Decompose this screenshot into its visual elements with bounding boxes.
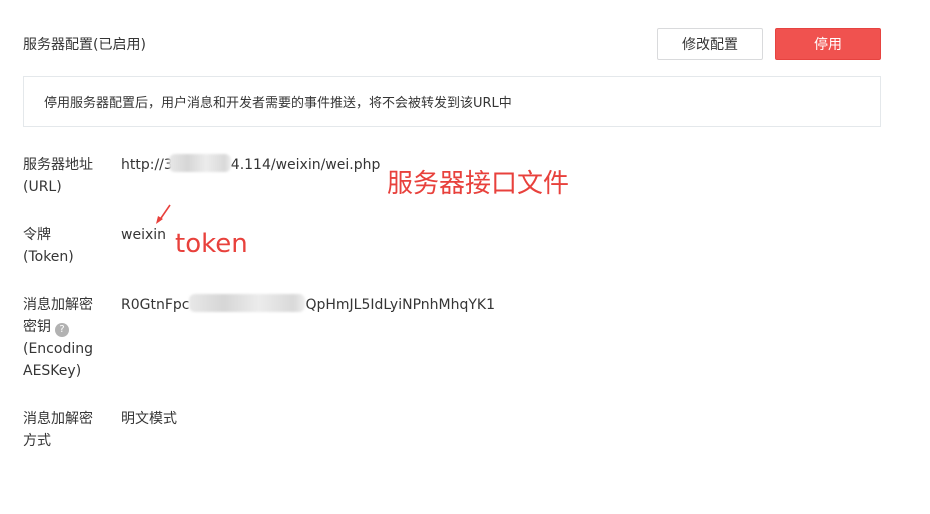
mode-value: 明文模式 — [121, 411, 177, 427]
token-label-line1: 令牌 — [23, 227, 51, 243]
url-value: http://3 4.114/weixin/wei.php — [121, 154, 380, 176]
token-label: 令牌 (Token) — [23, 224, 103, 268]
aes-label-line3: (Encoding — [23, 341, 93, 357]
mode-label: 消息加解密 方式 — [23, 408, 103, 452]
aes-key-label: 消息加解密 密钥? (Encoding AESKey) — [23, 294, 103, 382]
aes-label-line2: 密钥 — [23, 319, 51, 335]
url-value-suffix: 4.114/weixin/wei.php — [230, 157, 381, 173]
help-icon[interactable]: ? — [55, 323, 69, 337]
url-label-line2: (URL) — [23, 179, 62, 195]
page-title: 服务器配置(已启用) — [23, 37, 146, 53]
annotation-token: token — [175, 229, 248, 259]
url-label: 服务器地址 (URL) — [23, 154, 103, 198]
disable-button[interactable]: 停用 — [775, 28, 881, 60]
mode-label-line2: 方式 — [23, 433, 51, 449]
url-label-line1: 服务器地址 — [23, 157, 93, 173]
aes-label-line2-wrap: 密钥? — [23, 316, 103, 338]
aes-value-prefix: R0GtnFpc — [121, 297, 190, 313]
server-config-page: 服务器配置(已启用) 修改配置 停用 停用服务器配置后，用户消息和开发者需要的事… — [0, 0, 930, 514]
redacted-blur — [189, 294, 306, 312]
token-label-line2: (Token) — [23, 249, 74, 265]
aes-label-line1: 消息加解密 — [23, 297, 93, 313]
annotation-arrow-icon — [156, 204, 171, 224]
annotation-server-file: 服务器接口文件 — [387, 169, 570, 199]
token-value: weixin — [121, 227, 167, 243]
aes-value-suffix: QpHmJL5IdLyiNPnhMhqYK1 — [305, 297, 495, 313]
aes-key-value: R0GtnFpc QpHmJL5IdLyiNPnhMhqYK1 — [121, 294, 495, 316]
redacted-blur — [168, 154, 231, 172]
mode-label-line1: 消息加解密 — [23, 411, 93, 427]
notice-box: 停用服务器配置后，用户消息和开发者需要的事件推送，将不会被转发到该URL中 — [23, 76, 881, 127]
aes-label-line4: AESKey) — [23, 363, 82, 379]
notice-text: 停用服务器配置后，用户消息和开发者需要的事件推送，将不会被转发到该URL中 — [44, 96, 512, 111]
modify-config-button[interactable]: 修改配置 — [657, 28, 763, 60]
url-value-prefix: http://3 — [121, 157, 173, 173]
